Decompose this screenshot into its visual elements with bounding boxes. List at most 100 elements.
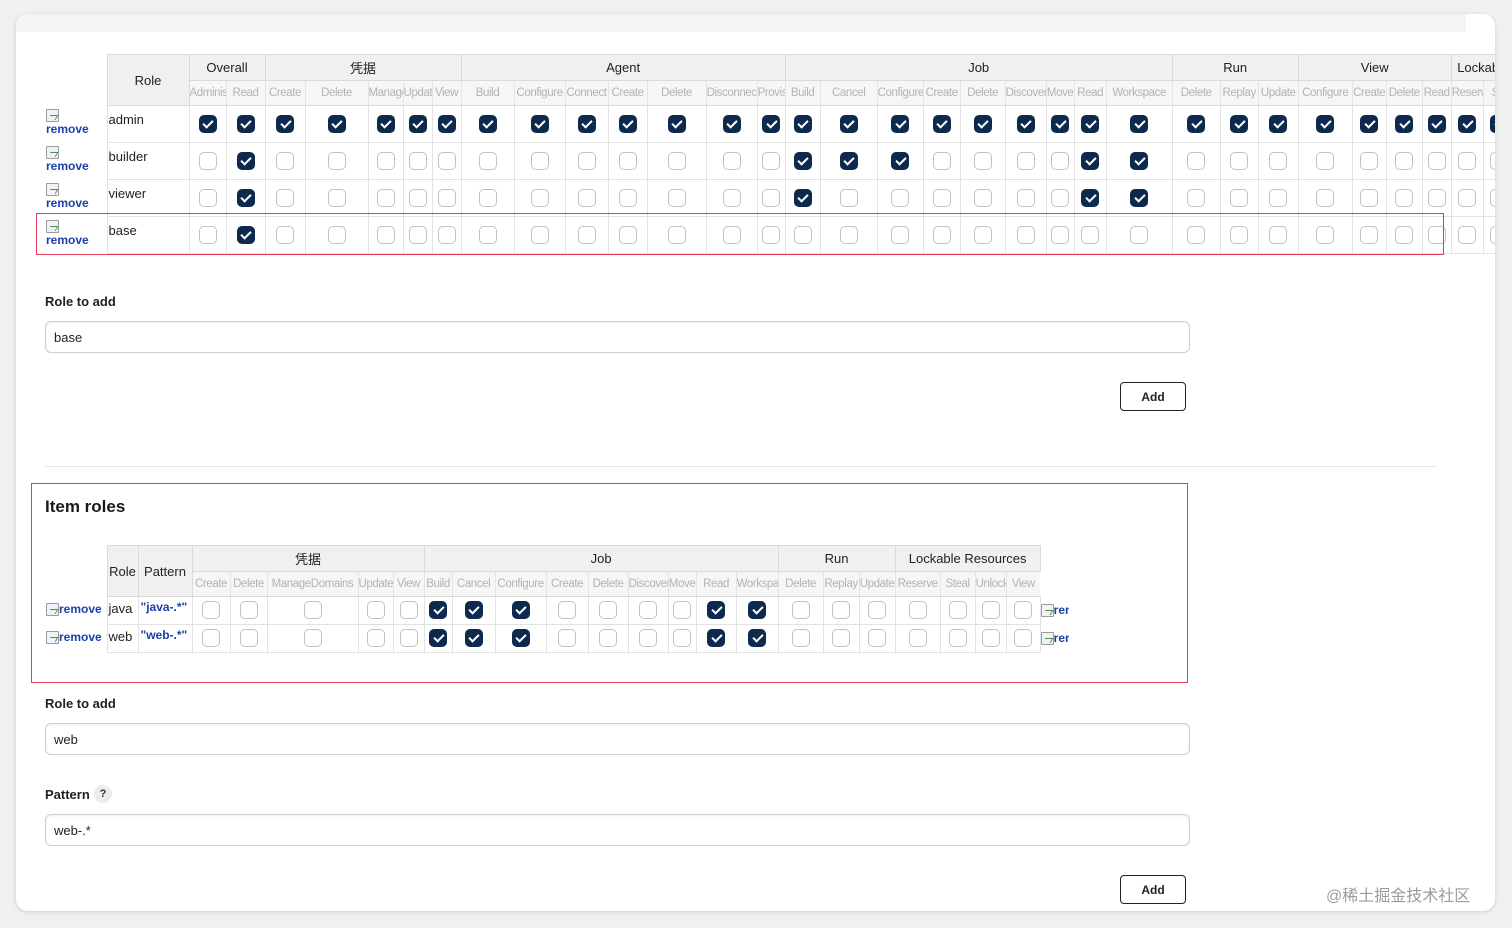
remove-link[interactable]: remove xyxy=(59,602,102,616)
permission-checkbox[interactable] xyxy=(932,151,951,170)
permission-checkbox[interactable] xyxy=(327,188,346,207)
permission-checkbox-checked[interactable] xyxy=(437,114,456,133)
permission-checkbox[interactable] xyxy=(981,629,1000,648)
permission-checkbox[interactable] xyxy=(1490,188,1495,207)
permission-checkbox[interactable] xyxy=(376,188,395,207)
permission-checkbox[interactable] xyxy=(981,601,1000,620)
permission-checkbox[interactable] xyxy=(530,188,549,207)
permission-checkbox-checked[interactable] xyxy=(748,629,767,648)
permission-checkbox[interactable] xyxy=(673,629,692,648)
permission-checkbox-checked[interactable] xyxy=(276,114,294,133)
permission-checkbox-checked[interactable] xyxy=(429,601,448,620)
permission-checkbox[interactable] xyxy=(399,629,418,648)
permission-checkbox[interactable] xyxy=(366,601,385,620)
global-role-to-add-input[interactable] xyxy=(45,321,1190,353)
permission-checkbox-checked[interactable] xyxy=(236,188,255,207)
permission-checkbox[interactable] xyxy=(667,151,686,170)
permission-checkbox[interactable] xyxy=(1269,151,1288,170)
permission-checkbox[interactable] xyxy=(1187,188,1206,207)
permission-checkbox[interactable] xyxy=(1051,188,1070,207)
permission-checkbox-checked[interactable] xyxy=(1081,188,1100,207)
permission-checkbox[interactable] xyxy=(1490,225,1495,244)
permission-checkbox-checked[interactable] xyxy=(793,151,812,170)
permission-checkbox[interactable] xyxy=(948,629,967,648)
permission-checkbox[interactable] xyxy=(437,188,456,207)
permission-checkbox[interactable] xyxy=(1427,151,1446,170)
permission-checkbox[interactable] xyxy=(762,151,781,170)
permission-checkbox[interactable] xyxy=(618,188,637,207)
permission-checkbox[interactable] xyxy=(762,225,781,244)
permission-checkbox-checked[interactable] xyxy=(839,114,858,133)
permission-checkbox-checked[interactable] xyxy=(236,225,255,244)
permission-checkbox[interactable] xyxy=(639,629,658,648)
permission-checkbox[interactable] xyxy=(762,188,781,207)
permission-checkbox[interactable] xyxy=(618,151,637,170)
permission-checkbox[interactable] xyxy=(437,225,456,244)
permission-checkbox-checked[interactable] xyxy=(891,114,910,133)
permission-checkbox[interactable] xyxy=(478,151,497,170)
permission-checkbox[interactable] xyxy=(1360,151,1379,170)
permission-checkbox[interactable] xyxy=(1014,629,1033,648)
permission-checkbox-checked[interactable] xyxy=(667,114,686,133)
permission-checkbox[interactable] xyxy=(408,225,427,244)
permission-checkbox[interactable] xyxy=(1360,225,1379,244)
permission-checkbox[interactable] xyxy=(327,151,346,170)
permission-checkbox[interactable] xyxy=(932,225,951,244)
permission-checkbox[interactable] xyxy=(722,188,741,207)
permission-checkbox[interactable] xyxy=(408,151,427,170)
permission-checkbox-checked[interactable] xyxy=(1269,114,1288,133)
permission-checkbox[interactable] xyxy=(839,188,858,207)
permission-checkbox-checked[interactable] xyxy=(1130,114,1149,133)
permission-checkbox[interactable] xyxy=(577,225,596,244)
permission-checkbox[interactable] xyxy=(1395,151,1414,170)
permission-checkbox[interactable] xyxy=(1395,225,1414,244)
permission-checkbox[interactable] xyxy=(1316,188,1335,207)
permission-checkbox[interactable] xyxy=(376,225,395,244)
permission-checkbox[interactable] xyxy=(1458,188,1477,207)
permission-checkbox[interactable] xyxy=(276,188,294,207)
permission-checkbox-checked[interactable] xyxy=(376,114,395,133)
permission-checkbox[interactable] xyxy=(1130,225,1149,244)
permission-checkbox-checked[interactable] xyxy=(1016,114,1035,133)
permission-checkbox[interactable] xyxy=(667,188,686,207)
permission-checkbox[interactable] xyxy=(908,629,927,648)
permission-checkbox[interactable] xyxy=(1051,225,1070,244)
permission-checkbox[interactable] xyxy=(793,225,812,244)
permission-checkbox[interactable] xyxy=(1427,188,1446,207)
permission-checkbox-checked[interactable] xyxy=(1051,114,1070,133)
permission-checkbox[interactable] xyxy=(1230,225,1249,244)
permission-checkbox[interactable] xyxy=(437,151,456,170)
permission-checkbox[interactable] xyxy=(1458,151,1477,170)
permission-checkbox-checked[interactable] xyxy=(327,114,346,133)
permission-checkbox[interactable] xyxy=(1014,601,1033,620)
permission-checkbox[interactable] xyxy=(202,629,220,648)
permission-checkbox[interactable] xyxy=(558,629,577,648)
permission-checkbox-checked[interactable] xyxy=(1230,114,1249,133)
permission-checkbox[interactable] xyxy=(239,629,258,648)
permission-checkbox[interactable] xyxy=(198,225,217,244)
permission-checkbox-checked[interactable] xyxy=(618,114,637,133)
permission-checkbox-checked[interactable] xyxy=(1130,188,1149,207)
permission-checkbox[interactable] xyxy=(791,629,810,648)
remove-control[interactable]: remove xyxy=(1041,603,1069,617)
permission-checkbox-checked[interactable] xyxy=(1130,151,1149,170)
permission-checkbox-checked[interactable] xyxy=(707,629,726,648)
permission-checkbox-checked[interactable] xyxy=(236,151,255,170)
permission-checkbox[interactable] xyxy=(618,225,637,244)
item-add-button[interactable]: Add xyxy=(1120,875,1186,904)
permission-checkbox[interactable] xyxy=(530,151,549,170)
permission-checkbox[interactable] xyxy=(973,151,992,170)
permission-checkbox[interactable] xyxy=(1316,225,1335,244)
permission-checkbox[interactable] xyxy=(891,225,910,244)
permission-checkbox[interactable] xyxy=(1458,225,1477,244)
remove-link[interactable]: remove xyxy=(46,233,107,247)
permission-checkbox[interactable] xyxy=(408,188,427,207)
permission-checkbox[interactable] xyxy=(891,188,910,207)
permission-checkbox[interactable] xyxy=(202,601,220,620)
permission-checkbox-checked[interactable] xyxy=(793,188,812,207)
remove-control[interactable]: remove xyxy=(46,630,102,644)
permission-checkbox-checked[interactable] xyxy=(408,114,427,133)
permission-checkbox-checked[interactable] xyxy=(511,629,530,648)
permission-checkbox[interactable] xyxy=(198,151,217,170)
remove-link[interactable]: remove xyxy=(46,122,107,136)
